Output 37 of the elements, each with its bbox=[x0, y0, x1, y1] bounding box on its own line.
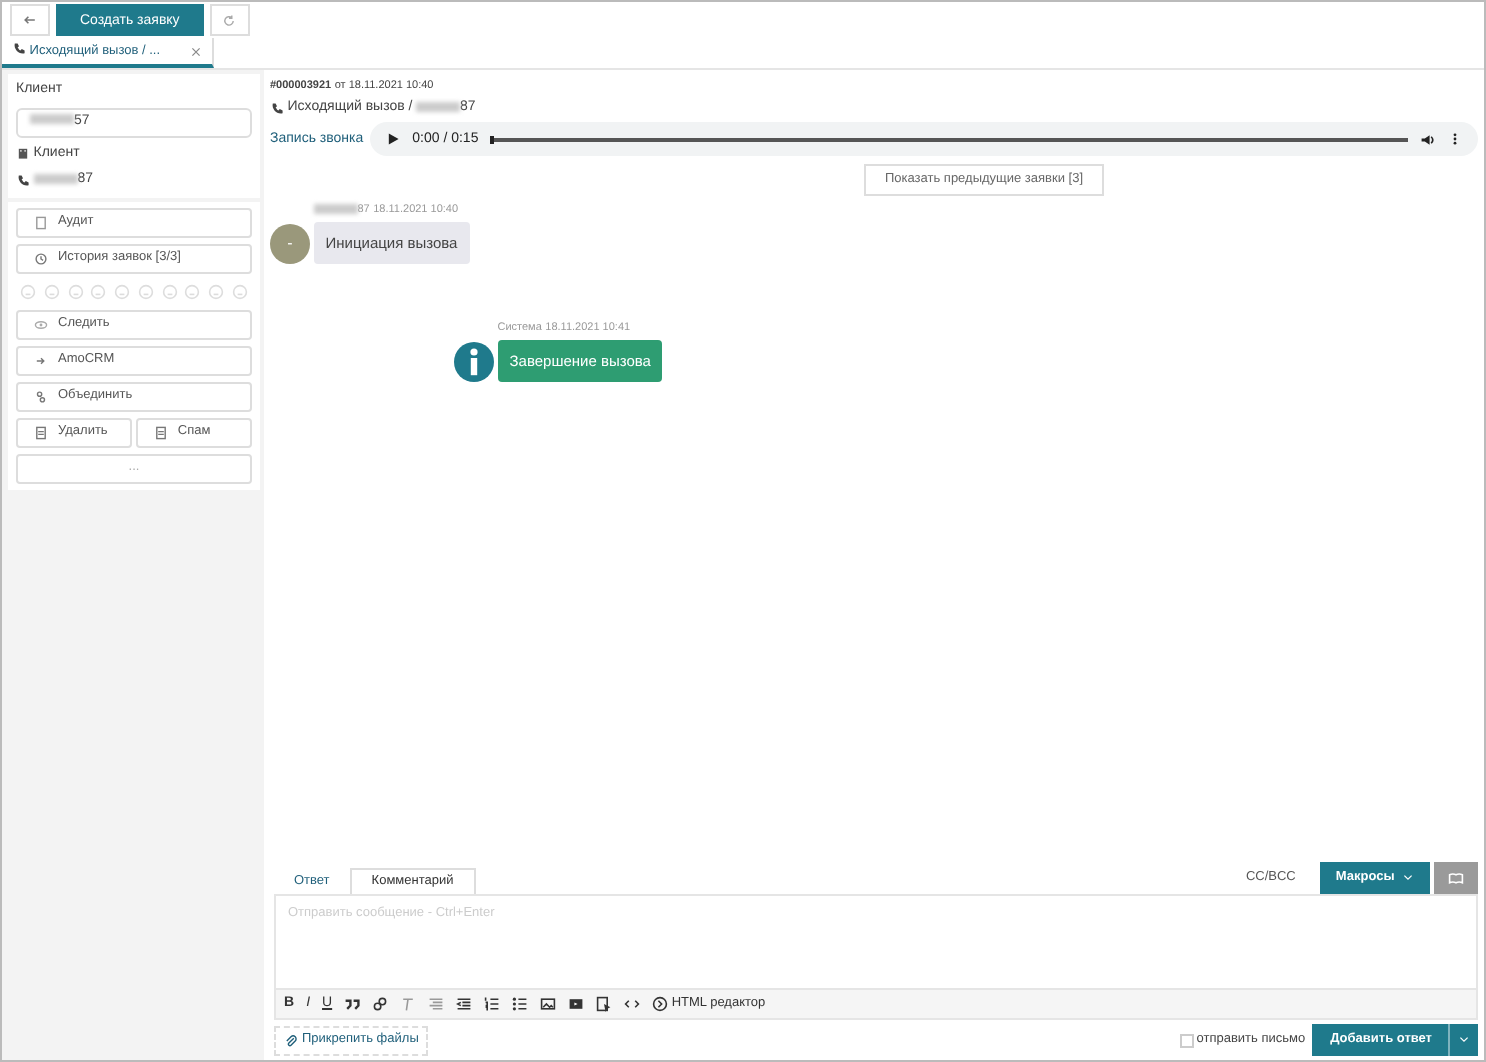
volume-icon[interactable] bbox=[1420, 131, 1436, 148]
avatar: - bbox=[270, 224, 310, 264]
book-button[interactable] bbox=[1434, 862, 1478, 895]
building-icon bbox=[16, 146, 30, 161]
image-icon[interactable] bbox=[540, 996, 557, 1013]
outdent-icon[interactable] bbox=[456, 996, 473, 1013]
clock-icon bbox=[34, 251, 48, 265]
phone-icon bbox=[270, 101, 284, 116]
eye-icon bbox=[34, 317, 48, 331]
phone-icon bbox=[12, 42, 26, 57]
phone-icon bbox=[16, 173, 30, 188]
bullet-list-icon[interactable] bbox=[512, 996, 529, 1013]
html-icon bbox=[652, 996, 669, 1013]
link-icon bbox=[34, 389, 48, 403]
refresh-button[interactable] bbox=[209, 4, 250, 36]
info-icon bbox=[454, 342, 494, 383]
link-icon[interactable] bbox=[372, 996, 389, 1013]
audio-progress[interactable] bbox=[490, 135, 495, 144]
document-icon bbox=[153, 425, 168, 439]
back-icon bbox=[22, 12, 38, 28]
caret-icon bbox=[1458, 1034, 1470, 1046]
quote-icon[interactable] bbox=[344, 996, 361, 1013]
clear-format-icon[interactable] bbox=[400, 996, 417, 1013]
align-icon[interactable] bbox=[428, 996, 445, 1013]
back-button[interactable] bbox=[10, 4, 50, 36]
code-icon[interactable] bbox=[624, 996, 641, 1013]
close-icon[interactable] bbox=[190, 45, 202, 57]
paperclip-icon bbox=[284, 1033, 298, 1047]
arrow-icon bbox=[34, 353, 48, 367]
media-icon[interactable] bbox=[568, 996, 585, 1013]
book-icon bbox=[1448, 870, 1464, 887]
caret-icon bbox=[1402, 872, 1415, 885]
numbered-list-icon[interactable] bbox=[484, 996, 501, 1013]
more-icon[interactable] bbox=[1448, 132, 1462, 147]
refresh-icon bbox=[222, 13, 237, 27]
play-icon[interactable] bbox=[386, 132, 401, 147]
document-icon bbox=[34, 425, 48, 439]
